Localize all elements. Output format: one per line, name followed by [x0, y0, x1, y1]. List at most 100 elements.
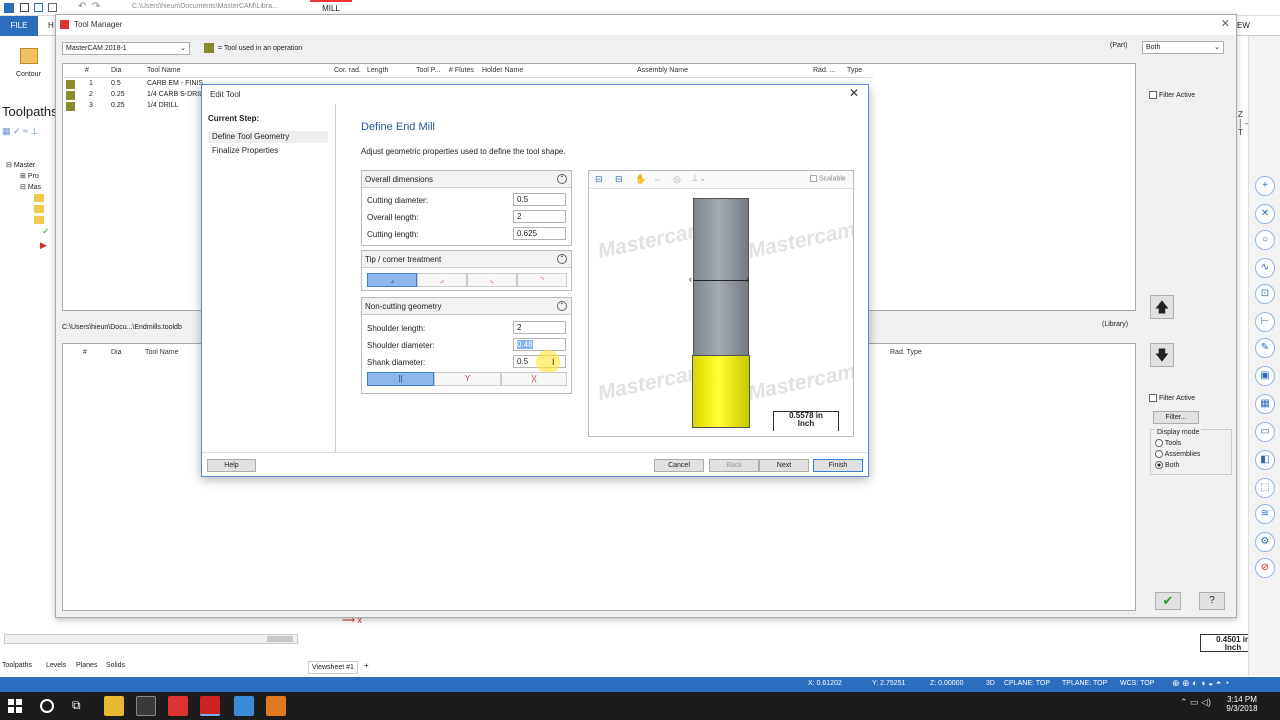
save-icon[interactable] [34, 3, 43, 12]
step-define-geometry[interactable]: Define Tool Geometry [208, 131, 328, 143]
settings-icon[interactable]: ⚙ [1255, 532, 1275, 552]
cutting-diameter-field[interactable]: 0.5 [513, 193, 566, 206]
next-button[interactable]: Next [759, 459, 809, 472]
tree-item-mas[interactable]: ⊟ Mas [20, 183, 41, 191]
close-icon[interactable]: ✕ [849, 86, 859, 100]
horizontal-scrollbar[interactable] [4, 634, 298, 644]
tab-toolpaths[interactable]: Toolpaths [2, 662, 32, 669]
col-header[interactable]: Tool P... [416, 67, 440, 74]
status-globe-icons[interactable]: ⊕ ⊕ ◐ ◑ ◒ ◓ ◔ [1172, 678, 1229, 689]
col-header[interactable]: Type [847, 67, 862, 74]
search-icon[interactable] [40, 699, 54, 713]
scalable-checkbox[interactable] [810, 175, 817, 182]
file-explorer-icon[interactable] [104, 696, 124, 716]
move-down-button[interactable]: 🡇 [1150, 343, 1174, 367]
col-header[interactable]: # [83, 349, 87, 356]
block-icon[interactable]: ⊘ [1255, 558, 1275, 578]
wcs-status[interactable]: WCS: TOP [1120, 680, 1154, 687]
dimension-icon[interactable]: ⊢ [1255, 312, 1275, 332]
chamfer-corner-button[interactable]: ◟ [467, 273, 517, 287]
col-header[interactable]: Dia [111, 67, 122, 74]
circle-icon[interactable]: ○ [1255, 230, 1275, 250]
add-viewsheet-button[interactable]: + [364, 661, 369, 670]
app-orange-icon[interactable] [266, 696, 286, 716]
col-header[interactable]: Dia [111, 349, 122, 356]
solid-icon[interactable]: ▣ [1255, 366, 1275, 386]
cutting-length-field[interactable]: 0.625 [513, 227, 566, 240]
tapered-shank-button[interactable]: Y [434, 372, 501, 386]
finish-button[interactable]: Finish [813, 459, 863, 472]
trim-icon[interactable]: ✕ [1255, 204, 1275, 224]
table-row[interactable]: 2 0.25 1/4 CARB S-DRIL [63, 90, 213, 101]
col-header[interactable]: Tool Name [145, 349, 178, 356]
collapse-icon[interactable]: ⌃ [557, 301, 567, 311]
straight-shank-button[interactable]: || [367, 372, 434, 386]
full-radius-button[interactable]: ◝ [517, 273, 567, 287]
tab-solids[interactable]: Solids [106, 662, 125, 669]
filter-active-bottom[interactable]: Filter Active [1149, 394, 1195, 402]
machine-select[interactable]: MasterCAM 2018-1 ⌄ [62, 42, 190, 55]
viewsheet-tab[interactable]: Viewsheet #1 [308, 661, 358, 674]
windows-start-icon[interactable] [8, 699, 22, 713]
tab-planes[interactable]: Planes [76, 662, 97, 669]
panel-header[interactable]: Non-cutting geometry ⌃ [362, 298, 571, 315]
necked-shank-button[interactable]: )( [501, 372, 567, 386]
folder-icon[interactable] [34, 194, 44, 202]
task-view-icon[interactable]: ⧉ [72, 698, 81, 713]
overall-length-field[interactable]: 2 [513, 210, 566, 223]
home-tab[interactable]: H [48, 21, 54, 30]
folder-icon[interactable] [34, 216, 44, 224]
col-header[interactable]: # [85, 67, 89, 74]
layers-icon[interactable]: ▦ [1255, 394, 1275, 414]
folder-icon[interactable] [34, 205, 44, 213]
col-header[interactable]: Rad. ... [813, 67, 836, 74]
help-button[interactable]: Help [207, 459, 256, 472]
collapse-icon[interactable]: ⌃ [557, 174, 567, 184]
radio-icon[interactable] [1155, 439, 1163, 447]
play-icon[interactable]: ▶ [40, 240, 47, 251]
zoom-fit-icon[interactable]: ⊟ [595, 174, 603, 185]
panel-header[interactable]: Overall dimensions ⌃ [362, 171, 571, 188]
rotate-icon[interactable]: ◎ [673, 174, 681, 185]
mastercam-taskbar-icon[interactable] [200, 696, 220, 716]
col-header[interactable]: Cor. rad. [334, 67, 361, 74]
app-red-icon[interactable] [168, 696, 188, 716]
display-mode-both[interactable]: Both [1155, 461, 1179, 469]
zoom-window-icon[interactable]: ⊟ [615, 174, 623, 185]
col-header[interactable]: Rad. Type [890, 349, 922, 356]
col-header[interactable]: # Flutes [449, 67, 474, 74]
shoulder-length-field[interactable]: 2 [513, 321, 566, 334]
ok-button[interactable]: ✔ [1155, 592, 1181, 610]
tree-item-pro[interactable]: ⊞ Pro [20, 172, 39, 180]
part-filter-select[interactable]: Both ⌄ [1142, 41, 1224, 54]
radio-icon[interactable] [1155, 450, 1163, 458]
clock[interactable]: 3:14 PM 9/3/2018 [1220, 695, 1264, 713]
zoom-in-icon[interactable]: + [1255, 176, 1275, 196]
tree-item-master[interactable]: ⊟ Master [6, 161, 35, 169]
help-question-button[interactable]: ? [1199, 592, 1225, 610]
display-mode-assemblies[interactable]: Assemblies [1155, 450, 1200, 458]
curve-icon[interactable]: ∿ [1255, 258, 1275, 278]
display-icon[interactable]: ◧ [1255, 450, 1275, 470]
collapse-icon[interactable]: ⌃ [557, 254, 567, 264]
cplane-status[interactable]: CPLANE: TOP [1004, 680, 1050, 687]
stack-icon[interactable]: ≋ [1255, 504, 1275, 524]
measure-icon[interactable]: ⇔ [653, 174, 662, 184]
col-header[interactable]: Assembly Name [637, 67, 688, 74]
redo-icon[interactable]: ↷ [92, 1, 100, 12]
file-tab[interactable]: FILE [0, 16, 38, 36]
new-file-icon[interactable] [20, 3, 29, 12]
step-finalize-properties[interactable]: Finalize Properties [208, 145, 328, 157]
table-row[interactable]: 1 0.5 CARB EM - FINIS [63, 79, 213, 90]
col-header[interactable]: Length [367, 67, 388, 74]
toolpath-toolbar-icons[interactable]: ▦ ✓ ≈ ⊥ [2, 126, 38, 137]
back-button[interactable]: Back [709, 459, 759, 472]
col-header[interactable]: Holder Name [482, 67, 523, 74]
filter-active-checkbox[interactable] [1149, 91, 1157, 99]
filter-button[interactable]: Filter... [1153, 411, 1199, 424]
pan-icon[interactable]: ✋ [635, 174, 646, 185]
transform-icon[interactable]: ⊡ [1255, 284, 1275, 304]
tab-levels[interactable]: Levels [46, 662, 66, 669]
radio-selected-icon[interactable] [1155, 461, 1163, 469]
close-icon[interactable]: ✕ [1221, 17, 1230, 30]
